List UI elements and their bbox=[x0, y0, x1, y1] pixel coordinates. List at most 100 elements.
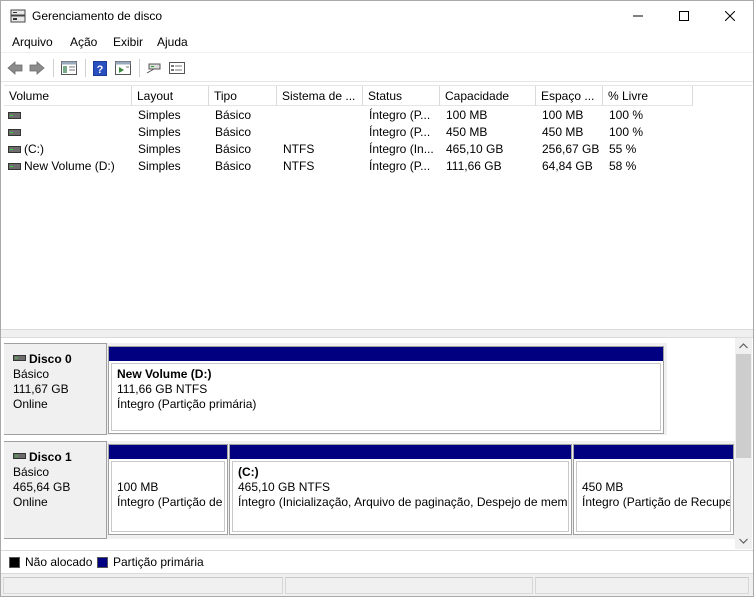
column-header-volume[interactable]: Volume bbox=[4, 86, 132, 106]
menu-arquivo[interactable]: Arquivo bbox=[12, 35, 53, 49]
help-button[interactable]: ? bbox=[90, 58, 110, 78]
disk-name: Disco 0 bbox=[29, 352, 72, 366]
cell-capacidade: 465,10 GB bbox=[446, 142, 504, 156]
toolbar: ? bbox=[1, 54, 753, 82]
partition-color-bar bbox=[109, 347, 663, 361]
column-header-layout[interactable]: Layout bbox=[132, 86, 209, 106]
volume-row[interactable]: Simples Básico Íntegro (P... 100 MB 100 … bbox=[4, 107, 752, 124]
scroll-thumb[interactable] bbox=[736, 354, 751, 458]
cell-sistema bbox=[283, 124, 361, 141]
scroll-up-button[interactable] bbox=[735, 338, 752, 354]
column-header-tipo[interactable]: Tipo bbox=[209, 86, 277, 106]
pane-splitter[interactable] bbox=[1, 329, 753, 338]
connect-drive-icon bbox=[146, 63, 161, 74]
action-pane-button[interactable] bbox=[113, 58, 133, 78]
partition-recovery[interactable]: 450 MB Íntegro (Partição de Recupe bbox=[573, 444, 734, 535]
volume-row[interactable]: Simples Básico Íntegro (P... 450 MB 450 … bbox=[4, 124, 752, 141]
cell-espaco: 256,67 GB bbox=[542, 142, 600, 156]
properties-button[interactable] bbox=[167, 58, 187, 78]
forward-arrow-icon bbox=[29, 61, 45, 75]
svg-text:?: ? bbox=[97, 64, 104, 76]
cell-layout: Simples bbox=[138, 108, 181, 122]
minimize-button[interactable] bbox=[615, 1, 661, 31]
title-bar: Gerenciamento de disco bbox=[1, 1, 753, 31]
toolbar-separator bbox=[53, 59, 54, 77]
primary-partition-swatch bbox=[97, 557, 108, 568]
disk-state: Online bbox=[13, 397, 48, 411]
cell-tipo: Básico bbox=[215, 142, 252, 156]
legend-unallocated: Não alocado bbox=[25, 555, 93, 569]
drive-icon bbox=[8, 112, 21, 119]
partition-color-bar bbox=[230, 445, 571, 459]
partition-title bbox=[582, 465, 730, 480]
disk-1-partitions-frame: 100 MB Íntegro (Partição de (C:) 465,10 … bbox=[107, 441, 735, 539]
close-button[interactable] bbox=[707, 1, 753, 31]
cell-volume: (C:) bbox=[24, 142, 44, 156]
forward-button[interactable] bbox=[27, 58, 47, 78]
cell-espaco: 64,84 GB bbox=[542, 159, 593, 173]
cell-espaco: 100 MB bbox=[542, 108, 584, 122]
maximize-icon bbox=[679, 11, 689, 21]
column-header-sistema[interactable]: Sistema de ... bbox=[277, 86, 363, 106]
disk-size: 465,64 GB bbox=[13, 480, 71, 494]
disk-0-partitions-frame: New Volume (D:) 111,66 GB NTFS Íntegro (… bbox=[107, 343, 667, 435]
menu-exibir[interactable]: Exibir bbox=[113, 35, 143, 49]
partition-d[interactable]: New Volume (D:) 111,66 GB NTFS Íntegro (… bbox=[108, 346, 664, 434]
maximize-button[interactable] bbox=[661, 1, 707, 31]
column-header-espaco[interactable]: Espaço ... bbox=[536, 86, 603, 106]
cell-status: Íntegro (P... bbox=[369, 108, 431, 122]
chevron-up-icon bbox=[739, 343, 748, 349]
status-bar bbox=[1, 573, 753, 596]
cell-capacidade: 100 MB bbox=[446, 108, 488, 122]
cell-tipo: Básico bbox=[215, 108, 252, 122]
chevron-down-icon bbox=[739, 538, 748, 544]
cell-capacidade: 450 MB bbox=[446, 125, 488, 139]
partition-title bbox=[117, 465, 224, 480]
status-segment bbox=[535, 577, 749, 594]
cell-status: Íntegro (P... bbox=[369, 125, 431, 139]
cell-layout: Simples bbox=[138, 142, 181, 156]
legend-primary-partition: Partição primária bbox=[113, 555, 204, 569]
cell-layout: Simples bbox=[138, 159, 181, 173]
partition-title: (C:) bbox=[238, 465, 259, 479]
window-title: Gerenciamento de disco bbox=[32, 9, 163, 23]
connect-drive-button[interactable] bbox=[144, 58, 164, 78]
cell-tipo: Básico bbox=[215, 159, 252, 173]
status-segment bbox=[285, 577, 533, 594]
volume-row[interactable]: New Volume (D:) Simples Básico NTFS Ínte… bbox=[4, 158, 752, 175]
partition-c[interactable]: (C:) 465,10 GB NTFS Íntegro (Inicializaç… bbox=[229, 444, 572, 535]
cell-volume bbox=[24, 124, 129, 141]
column-header-capacidade[interactable]: Capacidade bbox=[440, 86, 536, 106]
cell-status: Íntegro (P... bbox=[369, 159, 431, 173]
disk-0-label[interactable]: Disco 0 Básico 111,67 GB Online bbox=[4, 343, 107, 435]
back-arrow-icon bbox=[7, 61, 23, 75]
scroll-down-button[interactable] bbox=[735, 533, 752, 549]
disk-name: Disco 1 bbox=[29, 450, 72, 464]
column-header-status[interactable]: Status bbox=[363, 86, 440, 106]
status-segment bbox=[3, 577, 283, 594]
partition-size: 465,10 GB NTFS bbox=[238, 480, 331, 494]
disk-1-label[interactable]: Disco 1 Básico 465,64 GB Online bbox=[4, 441, 107, 539]
volume-row[interactable]: (C:) Simples Básico NTFS Íntegro (In... … bbox=[4, 141, 752, 158]
cell-sistema bbox=[283, 107, 361, 124]
cell-livre: 58 % bbox=[609, 159, 637, 173]
disk-size: 111,67 GB bbox=[13, 382, 69, 396]
disk-view-scrollbar[interactable] bbox=[735, 338, 752, 549]
partition-info: (C:) 465,10 GB NTFS Íntegro (Inicializaç… bbox=[232, 461, 569, 532]
close-icon bbox=[725, 11, 735, 21]
partition-status: Íntegro (Partição primária) bbox=[117, 397, 257, 411]
cell-status: Íntegro (In... bbox=[369, 142, 434, 156]
cell-capacidade: 111,66 GB bbox=[446, 159, 502, 173]
menu-acao[interactable]: Ação bbox=[70, 35, 97, 49]
disk-graphical-view: Disco 0 Básico 111,67 GB Online New Volu… bbox=[4, 338, 735, 548]
toolbar-separator bbox=[85, 59, 86, 77]
back-button[interactable] bbox=[5, 58, 25, 78]
drive-icon bbox=[8, 129, 21, 136]
console-tree-button[interactable] bbox=[59, 58, 79, 78]
column-header-livre[interactable]: % Livre bbox=[603, 86, 693, 106]
volume-list: Volume Layout Tipo Sistema de ... Status… bbox=[4, 85, 752, 329]
menu-ajuda[interactable]: Ajuda bbox=[157, 35, 188, 49]
partition-system-reserved[interactable]: 100 MB Íntegro (Partição de bbox=[108, 444, 228, 535]
action-pane-icon bbox=[115, 61, 131, 75]
disk-state: Online bbox=[13, 495, 48, 509]
